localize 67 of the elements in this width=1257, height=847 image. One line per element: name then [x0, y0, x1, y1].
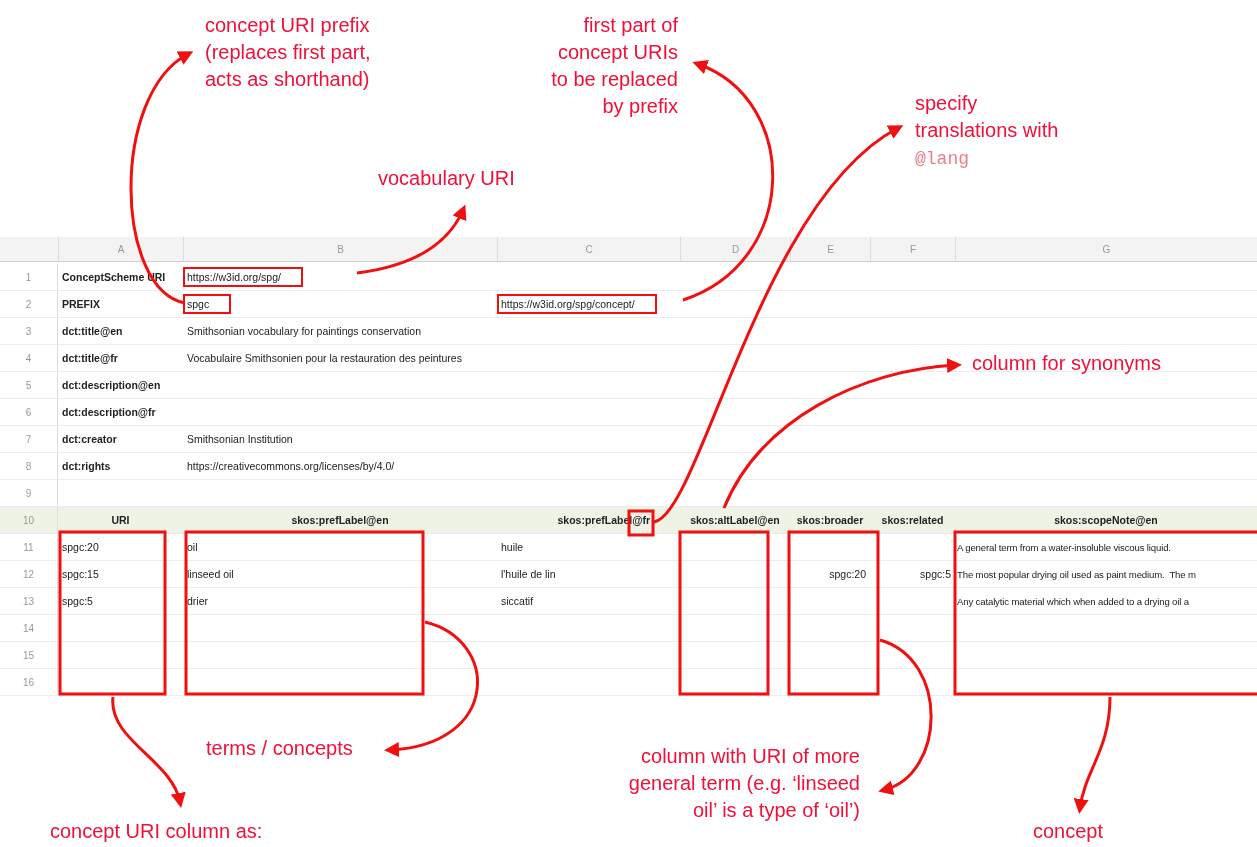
table-cell: https://w3id.org/spg/: [183, 267, 303, 287]
column-header[interactable]: D: [731, 243, 740, 255]
table-cell: https://creativecommons.org/licenses/by/4.0/: [187, 460, 395, 472]
column-header[interactable]: A: [117, 243, 125, 255]
row-number: 14: [22, 622, 35, 634]
annotation-text: concept URI prefix (replaces first part, acts as shorthand): [205, 13, 371, 92]
column-header[interactable]: B: [337, 243, 344, 255]
table-cell: dct:creator: [62, 433, 117, 445]
annotation-text: first part of concept URIs to be replaced by prefix: [551, 13, 678, 119]
column-header[interactable]: F: [909, 243, 917, 255]
annotation-text: column for synonyms: [972, 351, 1161, 376]
table-cell: Smithsonian vocabulary for paintings conservation: [187, 325, 422, 337]
annotation-text: @lang: [915, 148, 969, 171]
annotation-text: column with URI of more general term (e.g. ‘linseed oil’ is a type of ‘oil’): [628, 744, 860, 823]
table-cell: siccatif: [501, 595, 534, 607]
table-cell: dct:description@fr: [62, 406, 156, 418]
row-number: 3: [25, 325, 32, 337]
table-cell: dct:title@fr: [62, 352, 118, 364]
column-header[interactable]: E: [827, 243, 834, 255]
row-number: 8: [25, 460, 32, 472]
annotation-text: concept: [1033, 819, 1104, 844]
table-cell: Smithsonian Institution: [187, 433, 293, 445]
table-cell: URI: [111, 514, 130, 526]
table-cell: skos:broader: [796, 514, 864, 526]
table-cell: drier: [187, 595, 208, 607]
annotation-text: specify translations with: [915, 91, 1059, 143]
table-cell: skos:scopeNote@en: [1054, 514, 1158, 526]
row-number: 4: [25, 352, 32, 364]
annotation-text: concept URI column as:: [50, 819, 263, 844]
row-number: 16: [22, 676, 35, 688]
table-cell: Vocabulaire Smithsonien pour la restauration des peintures: [187, 352, 462, 364]
table-cell: PREFIX: [62, 298, 100, 310]
table-cell: spgc:15: [62, 568, 99, 580]
table-cell: huile: [501, 541, 524, 553]
table-cell: spgc:20: [829, 568, 866, 580]
row-number: 11: [23, 541, 34, 553]
table-cell: spgc:20: [62, 541, 99, 553]
table-cell: https://w3id.org/spg/concept/: [497, 294, 657, 314]
table-cell: linseed oil: [187, 568, 234, 580]
annotation-text: vocabulary URI: [378, 166, 515, 191]
table-cell: skos:prefLabel@en: [291, 514, 389, 526]
table-cell: dct:description@en: [62, 379, 161, 391]
column-header[interactable]: G: [1102, 243, 1111, 255]
row-number: 1: [25, 271, 32, 283]
table-cell: Any catalytic material which when added to a drying oil a: [957, 595, 1189, 607]
table-cell: A general term from a water-insoluble viscous liquid.: [957, 541, 1171, 553]
table-cell: spgc:5: [62, 595, 93, 607]
row-number: 6: [25, 406, 32, 418]
table-cell: oil: [187, 541, 198, 553]
table-cell: dct:rights: [62, 460, 111, 472]
table-cell: l'huile de lin: [501, 568, 556, 580]
table-cell: The most popular drying oil used as paint medium. The m: [957, 568, 1196, 580]
row-number: 7: [25, 433, 32, 445]
table-cell: dct:title@en: [62, 325, 123, 337]
row-number: 15: [22, 649, 35, 661]
row-number: 9: [25, 487, 32, 499]
row-number: 10: [22, 514, 35, 526]
annotation-text: terms / concepts: [206, 736, 353, 761]
column-header[interactable]: C: [585, 243, 593, 255]
table-cell: spgc: [183, 294, 232, 314]
row-number: 13: [22, 595, 35, 607]
table-cell: spgc:5: [920, 568, 951, 580]
table-cell: skos:altLabel@en: [690, 514, 780, 526]
table-cell: skos:related: [881, 514, 944, 526]
row-number: 12: [22, 568, 35, 580]
row-number: 5: [25, 379, 32, 391]
row-number: 2: [25, 298, 32, 310]
